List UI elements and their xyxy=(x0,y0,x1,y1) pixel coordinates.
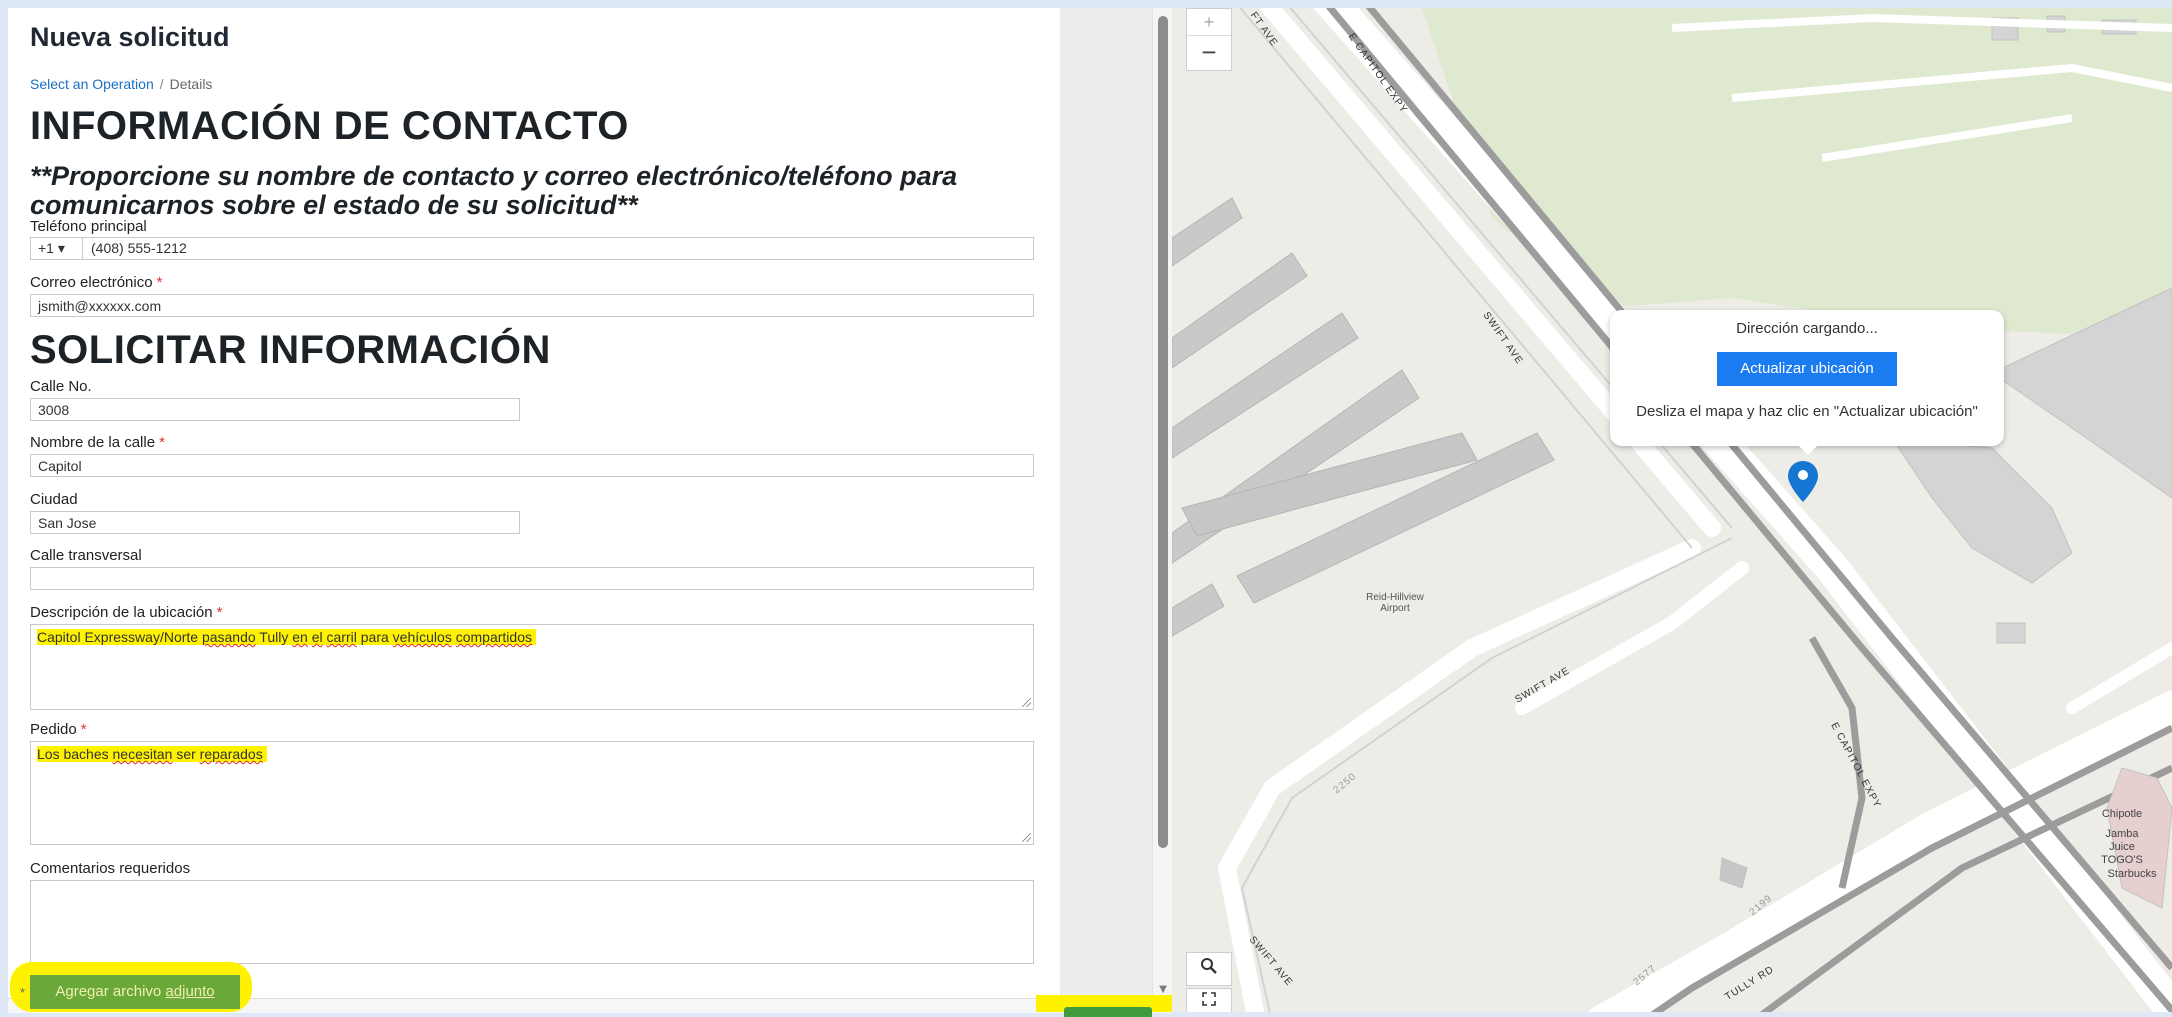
request-section-heading: SOLICITAR INFORMACIÓN xyxy=(30,328,551,372)
cross-street-input[interactable] xyxy=(30,567,1034,590)
page-title: Nueva solicitud xyxy=(30,22,230,52)
popup-tail xyxy=(1798,445,1818,455)
required-marker: * xyxy=(159,434,165,451)
fullscreen-icon xyxy=(1202,992,1216,1006)
map-canvas[interactable] xyxy=(1172,8,2172,1012)
poi-togos: TOGO'S xyxy=(2101,854,2143,866)
street-name-input[interactable]: Capitol xyxy=(30,454,1034,477)
email-input[interactable]: jsmith@xxxxxx.com xyxy=(30,294,1034,317)
country-code-select[interactable]: +1 ▾ xyxy=(31,238,83,259)
zoom-controls: + − xyxy=(1186,8,1232,71)
poi-jamba-juice: Jamba Juice xyxy=(2105,828,2139,853)
popup-hint-text: Desliza el mapa y haz clic en "Actualiza… xyxy=(1636,403,1978,420)
poi-chipotle: Chipotle xyxy=(2101,808,2143,820)
street-number-label: Calle No. xyxy=(30,378,92,395)
resize-handle[interactable] xyxy=(1022,833,1031,842)
location-description-label-text: Descripción de la ubicación xyxy=(30,604,213,621)
request-textarea[interactable]: Los baches necesitan ser reparados xyxy=(30,741,1034,845)
attach-required-marker: * xyxy=(20,985,26,1000)
request-form-panel: Nueva solicitud Select an Operation / Deta… xyxy=(8,8,1060,1012)
email-label: Correo electrónico * xyxy=(30,274,162,291)
required-marker: * xyxy=(156,274,163,291)
location-description-textarea[interactable]: Capitol Expressway/Norte pasando Tully e… xyxy=(30,624,1034,710)
breadcrumb: Select an Operation / Details xyxy=(30,76,212,92)
required-marker: * xyxy=(80,721,87,738)
breadcrumb-current: Details xyxy=(169,76,213,92)
zoom-in-button[interactable]: + xyxy=(1187,9,1231,36)
form-scrollbar[interactable]: ▼ xyxy=(1152,8,1173,1012)
street-name-label: Nombre de la calle * xyxy=(30,434,165,451)
breadcrumb-separator: / xyxy=(159,76,164,92)
comments-label: Comentarios requeridos xyxy=(30,860,191,877)
street-name-label-text: Nombre de la calle xyxy=(30,434,156,451)
contact-section-subheading: **Proporcione su nombre de contacto y co… xyxy=(30,161,958,220)
phone-input[interactable]: (408) 555-1212 xyxy=(91,238,187,259)
resize-handle[interactable] xyxy=(1022,698,1031,707)
map-search-button[interactable] xyxy=(1186,952,1232,986)
location-description-text: Capitol Expressway/Norte pasando Tully e… xyxy=(37,629,536,645)
location-pin-icon[interactable] xyxy=(1786,460,1820,504)
scrollbar-thumb[interactable] xyxy=(1158,16,1168,848)
add-attachment-button[interactable]: Agregar archivo adjunto xyxy=(30,975,240,1009)
city-input[interactable]: San Jose xyxy=(30,511,520,534)
comments-textarea[interactable] xyxy=(30,880,1034,964)
request-label: Pedido * xyxy=(30,721,87,738)
update-location-button[interactable]: Actualizar ubicación xyxy=(1717,352,1897,386)
street-number-input[interactable]: 3008 xyxy=(30,398,520,421)
location-description-label: Descripción de la ubicación * xyxy=(30,604,222,621)
map-panel[interactable]: FT AVE E CAPITOL EXPY SWIFT AVE SWIFT AV… xyxy=(1172,8,2172,1012)
email-label-text: Correo electrónico xyxy=(30,274,153,291)
scroll-down-arrow-icon[interactable]: ▼ xyxy=(1155,982,1171,995)
breadcrumb-link-select-operation[interactable]: Select an Operation xyxy=(30,76,154,92)
attach-button-label-underlined: adjunto xyxy=(165,983,215,1000)
contact-section-heading: INFORMACIÓN DE CONTACTO xyxy=(30,104,629,148)
airport-label: Reid-Hillview Airport xyxy=(1366,592,1424,614)
address-loading-status: Dirección cargando... xyxy=(1736,320,1878,337)
request-label-text: Pedido xyxy=(30,721,77,738)
poi-starbucks: Starbucks xyxy=(2107,868,2157,880)
location-popup: Dirección cargando... Actualizar ubicaci… xyxy=(1610,310,2004,455)
map-fullscreen-button[interactable] xyxy=(1186,988,1232,1012)
attach-button-label: Agregar archivo xyxy=(55,983,166,1000)
phone-field: +1 ▾ (408) 555-1212 xyxy=(30,237,1034,260)
panel-gutter xyxy=(1060,8,1152,1012)
required-marker: * xyxy=(216,604,223,621)
request-text: Los baches necesitan ser reparados xyxy=(37,746,267,762)
phone-label: Teléfono principal xyxy=(30,218,147,235)
search-icon xyxy=(1201,958,1217,974)
zoom-out-button[interactable]: − xyxy=(1187,36,1231,70)
cross-street-label: Calle transversal xyxy=(30,547,142,564)
city-label: Ciudad xyxy=(30,491,78,508)
submit-button[interactable] xyxy=(1064,1007,1152,1017)
